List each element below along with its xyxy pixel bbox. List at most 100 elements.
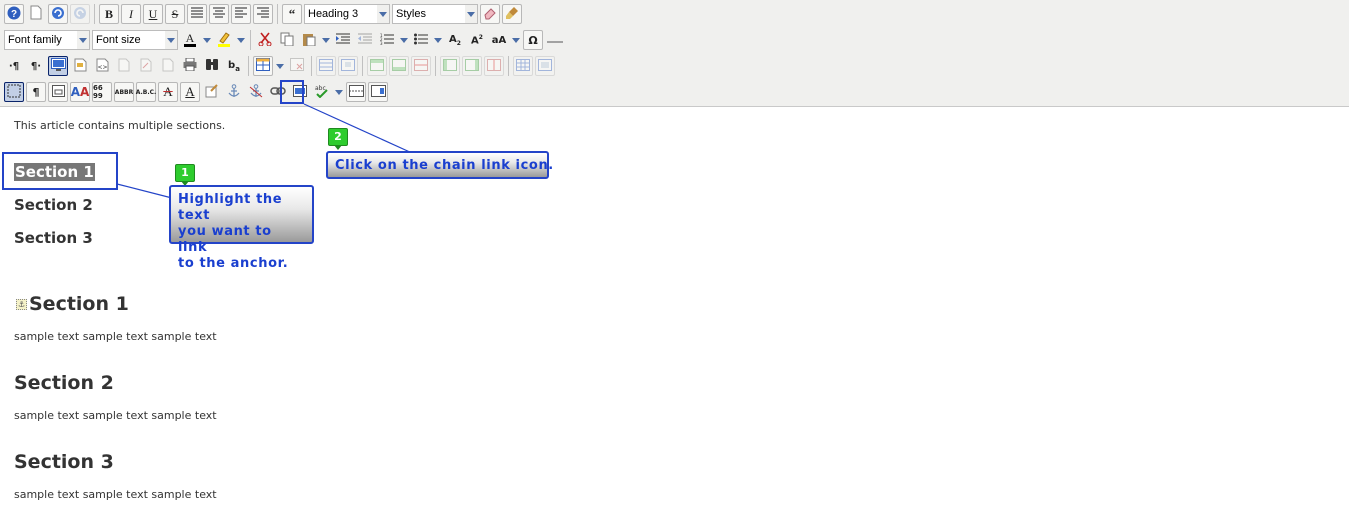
chevron-down-icon [165,31,177,49]
del-button[interactable]: A [158,82,178,102]
split-cells-button[interactable] [513,56,533,76]
editor-content-area[interactable]: This article contains multiple sections.… [0,107,1349,516]
rtl-button[interactable]: ¶· [26,56,46,76]
superscript-button[interactable]: A2 [467,30,487,50]
font-size-select[interactable]: Font size [92,30,178,50]
insert-layer-button[interactable] [48,82,68,102]
text-color-dropdown[interactable] [202,30,212,50]
ins-button[interactable]: A [180,82,200,102]
font-family-select[interactable]: Font family [4,30,90,50]
document-icon [162,58,174,75]
col-before-button[interactable] [440,56,460,76]
cell-props-icon [341,58,355,74]
delete-table-button[interactable] [287,56,307,76]
redo-button[interactable] [70,4,90,24]
bullet-list-dropdown[interactable] [433,30,443,50]
bold-button[interactable]: B [99,4,119,24]
highlight-color-button[interactable] [214,30,234,50]
subscript-button[interactable]: A2 [445,30,465,50]
preview-button[interactable] [48,56,68,76]
row-after-button[interactable] [389,56,409,76]
delete-col-button[interactable] [484,56,504,76]
paste-dropdown[interactable] [321,30,331,50]
change-case-button[interactable]: aA [489,30,509,50]
insert-date-button[interactable] [114,56,134,76]
indent-button[interactable] [333,30,353,50]
cell-props-button[interactable] [338,56,358,76]
template-button[interactable] [70,56,90,76]
cite-button[interactable]: 66 99 [92,82,112,102]
horizontal-rule-button[interactable] [545,30,565,50]
toc-link-section-3[interactable]: Section 3 [14,229,93,247]
outdent-button[interactable] [355,30,375,50]
blank-document-button[interactable] [158,56,178,76]
print-button[interactable] [180,56,200,76]
merge-cells-button[interactable] [535,56,555,76]
find-button[interactable] [202,56,222,76]
format-select[interactable]: Heading 3 [304,4,390,24]
copy-button[interactable] [277,30,297,50]
delete-table-icon [290,58,304,74]
row-props-button[interactable] [316,56,336,76]
attribs-button[interactable] [202,82,222,102]
align-right-button[interactable] [253,4,273,24]
callout-2-box: Click on the chain link icon. [326,151,553,179]
text-color-button[interactable]: A [180,30,200,50]
abbr-button[interactable]: ABBR [114,82,134,102]
spellcheck-button[interactable]: abc [312,82,332,102]
ltr-button[interactable]: ·¶ [4,56,24,76]
numbered-list-dropdown[interactable] [399,30,409,50]
replace-button[interactable]: ba [224,56,244,76]
help-button[interactable]: ? [4,4,24,24]
toolbar-separator [311,56,312,76]
table-dropdown[interactable] [275,56,285,76]
numbered-list-button[interactable]: 123 [377,30,397,50]
undo-button[interactable] [48,4,68,24]
source-button[interactable]: <> [92,56,112,76]
styles-select[interactable]: Styles [392,4,478,24]
col-after-button[interactable] [462,56,482,76]
page-break-button[interactable] [346,82,366,102]
new-document-button[interactable] [26,4,46,24]
delete-row-button[interactable] [411,56,431,76]
ins-icon: A [185,84,195,99]
callout-1-line-1: Highlight the text [178,192,283,223]
fullscreen-button[interactable] [368,82,388,102]
highlight-color-dropdown[interactable] [236,30,246,50]
cut-button[interactable] [255,30,275,50]
bullet-list-button[interactable] [411,30,431,50]
acronym-button[interactable]: A.B.C. [136,82,156,102]
redo-icon [73,6,87,23]
copy-icon [280,32,294,49]
acronym-icon: A.B.C. [135,88,157,96]
anchor-button[interactable] [224,82,244,102]
styleprops-icon: AA [70,85,90,99]
cleanup-button[interactable] [502,4,522,24]
remove-anchor-button[interactable] [246,82,266,102]
merge-cells-icon [538,58,552,74]
styleprops-button[interactable]: AA [70,82,90,102]
italic-button[interactable]: I [121,4,141,24]
svg-text:abc: abc [315,85,326,92]
strikethrough-button[interactable]: S [165,4,185,24]
special-char-button[interactable]: Ω [523,30,543,50]
align-center-button[interactable] [209,4,229,24]
remove-format-button[interactable] [480,4,500,24]
show-blocks-button[interactable]: ¶ [26,82,46,102]
document-icon [118,58,130,75]
blockquote-button[interactable]: “ [282,4,302,24]
toc-link-section-2[interactable]: Section 2 [14,196,93,214]
align-left-button[interactable] [231,4,251,24]
underline-button[interactable]: U [143,4,163,24]
spellcheck-dropdown[interactable] [334,82,344,102]
justify-full-button[interactable] [187,4,207,24]
abbr-icon: ABBR [114,88,134,96]
change-case-dropdown[interactable] [511,30,521,50]
table-button[interactable] [253,56,273,76]
insert-time-button[interactable] [136,56,156,76]
col-before-icon [443,58,457,74]
row-before-button[interactable] [367,56,387,76]
visual-aid-button[interactable] [4,82,24,102]
anchor-marker-icon[interactable]: ⚓ [16,299,27,310]
paste-button[interactable] [299,30,319,50]
